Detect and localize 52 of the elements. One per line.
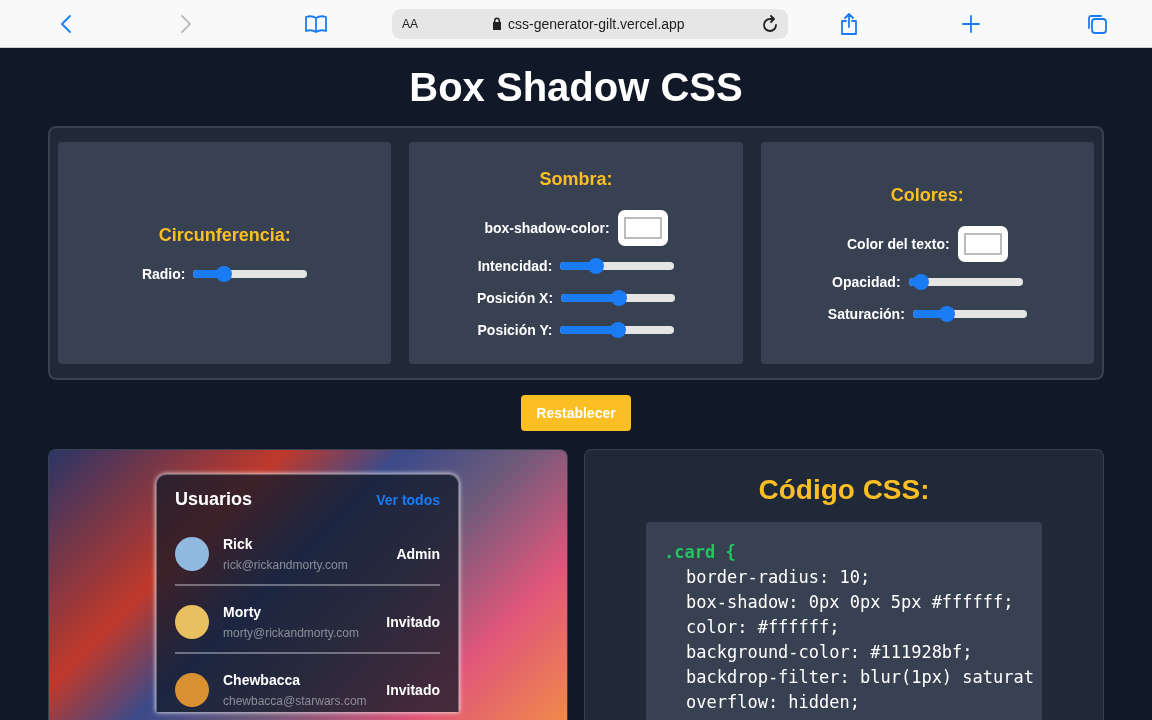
slider-thumb[interactable] bbox=[610, 321, 627, 338]
page-title: Box Shadow CSS bbox=[409, 64, 743, 111]
card-title: Usuarios bbox=[175, 489, 253, 510]
address-bar[interactable]: AA css-generator-gilt.vercel.app bbox=[392, 8, 788, 39]
control-label: box-shadow-color: bbox=[484, 219, 610, 236]
user-name: Chewbacca bbox=[223, 672, 302, 688]
view-all-link[interactable]: Ver todos bbox=[376, 491, 440, 508]
user-role: Invitado bbox=[386, 614, 440, 630]
control-label: Intencidad: bbox=[477, 257, 553, 274]
code-line: background-color: #111928bf; bbox=[685, 641, 973, 664]
avatar-icon bbox=[175, 605, 209, 639]
text-size-button[interactable]: AA bbox=[402, 16, 492, 31]
avatar-icon bbox=[175, 673, 209, 707]
avatar-icon bbox=[175, 537, 209, 571]
section-heading: Sombra: bbox=[539, 168, 613, 190]
back-icon[interactable] bbox=[60, 13, 72, 34]
control-label: Color del texto: bbox=[847, 235, 950, 252]
color-picker[interactable] bbox=[617, 209, 668, 246]
code-line: border-radius: 10; bbox=[685, 566, 871, 589]
url-text: css-generator-gilt.vercel.app bbox=[508, 15, 686, 32]
section-heading: Circunferencia: bbox=[158, 224, 291, 246]
reload-icon[interactable] bbox=[762, 14, 778, 33]
tabs-icon[interactable] bbox=[1086, 12, 1108, 35]
user-name: Morty bbox=[223, 604, 263, 620]
slider-thumb[interactable] bbox=[913, 273, 930, 290]
slider-thumb[interactable] bbox=[611, 289, 628, 306]
user-name: Rick bbox=[223, 536, 254, 552]
slider-thumb[interactable] bbox=[587, 257, 604, 274]
section-heading: Colores: bbox=[890, 184, 964, 206]
user-email: rick@rickandmorty.com bbox=[223, 558, 349, 572]
control-label: Radio: bbox=[141, 265, 186, 282]
user-email: morty@rickandmorty.com bbox=[223, 626, 360, 640]
control-label: Posición Y: bbox=[477, 321, 553, 338]
user-email: chewbacca@starwars.com bbox=[223, 694, 368, 708]
share-icon[interactable] bbox=[840, 11, 858, 36]
control-label: Saturación: bbox=[827, 305, 905, 322]
code-line: backdrop-filter: blur(1px) saturat bbox=[685, 666, 1034, 689]
code-selector: .card { bbox=[664, 541, 736, 564]
control-label: Opacidad: bbox=[832, 273, 901, 290]
code-title: Código CSS: bbox=[758, 474, 930, 506]
user-role: Invitado bbox=[386, 682, 440, 698]
slider-thumb[interactable] bbox=[215, 265, 232, 282]
code-line: color: #ffffff; bbox=[685, 616, 840, 639]
control-label: Posición X: bbox=[476, 289, 554, 306]
user-role: Admin bbox=[396, 546, 440, 562]
slider-thumb[interactable] bbox=[939, 305, 956, 322]
code-line: overflow: hidden; bbox=[685, 691, 860, 714]
lock-icon bbox=[492, 17, 502, 30]
code-line: box-shadow: 0px 0px 5px #ffffff; bbox=[685, 591, 1014, 614]
book-icon[interactable] bbox=[304, 13, 328, 34]
plus-icon[interactable] bbox=[962, 14, 980, 33]
color-picker[interactable] bbox=[957, 225, 1008, 262]
